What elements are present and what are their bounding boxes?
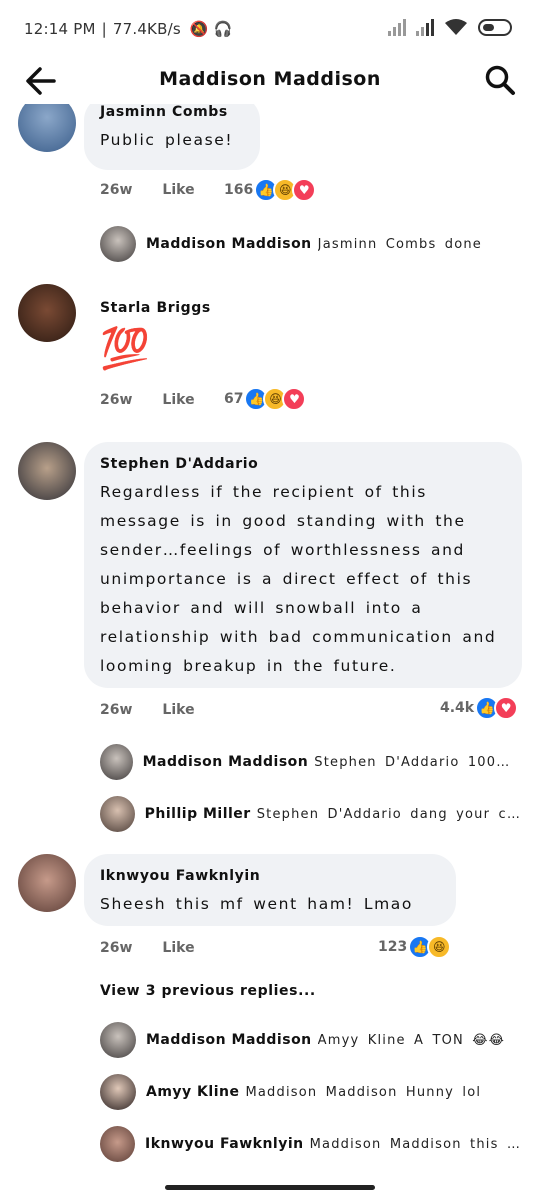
haha-reaction-icon: 😆 xyxy=(427,935,452,959)
love-reaction-icon: ♥ xyxy=(292,178,317,202)
reply-item[interactable]: Amyy Kline Maddison Maddison Hunny lol xyxy=(100,1074,520,1110)
like-button[interactable]: Like xyxy=(162,392,194,408)
reaction-count: 4.4k xyxy=(440,700,475,716)
avatar xyxy=(100,226,136,262)
like-button[interactable]: Like xyxy=(162,702,194,718)
avatar xyxy=(100,1022,136,1058)
avatar[interactable] xyxy=(18,854,76,912)
status-left: 12:14 PM | 77.4KB/s 🔕 🎧 xyxy=(24,20,233,38)
reply-author[interactable]: Iknwyou Fawknlyin xyxy=(145,1136,304,1152)
search-icon[interactable] xyxy=(484,64,516,96)
comment-meta: 26w Like xyxy=(100,392,195,408)
avatar[interactable] xyxy=(18,442,76,500)
comment-text: Public please! xyxy=(100,131,234,149)
reaction-summary[interactable]: 67 👍 😆 ♥ xyxy=(224,387,307,411)
reply-item[interactable]: Phillip Miller Stephen D'Addario dang yo… xyxy=(100,796,520,832)
reaction-count: 123 xyxy=(378,939,408,955)
reply-text: Stephen D'Addario dang your co… xyxy=(256,806,520,822)
comment-age: 26w xyxy=(100,392,133,408)
reply-text: Jasminn Combs done xyxy=(317,236,483,252)
reply-text: Maddison Maddison this i… xyxy=(309,1136,520,1152)
headphones-icon: 🎧 xyxy=(213,20,233,38)
signal-icon-2 xyxy=(416,18,434,36)
reaction-summary[interactable]: 4.4k 👍 ♥ xyxy=(440,696,519,720)
comment-bubble: Iknwyou Fawknlyin Sheesh this mf went ha… xyxy=(84,854,456,926)
reply-author[interactable]: Maddison Maddison xyxy=(146,236,312,252)
reply-item[interactable]: Iknwyou Fawknlyin Maddison Maddison this… xyxy=(100,1126,520,1162)
avatar[interactable] xyxy=(18,104,76,152)
hundred-points-emoji: 💯 xyxy=(100,326,150,372)
reply-author[interactable]: Maddison Maddison xyxy=(146,1032,312,1048)
network-speed: 77.4KB/s xyxy=(112,20,181,38)
comment-feed[interactable]: Jasminn Combs Public please! 26w Like 16… xyxy=(0,104,540,1174)
love-reaction-icon: ♥ xyxy=(494,696,519,720)
reply-text: Maddison Maddison Hunny lol xyxy=(245,1084,482,1100)
comment-author[interactable]: Starla Briggs xyxy=(100,300,211,316)
status-bar: 12:14 PM | 77.4KB/s 🔕 🎧 xyxy=(0,0,540,58)
comment-age: 26w xyxy=(100,940,133,956)
comment-bubble: Jasminn Combs Public please! xyxy=(84,104,260,170)
mute-icon: 🔕 xyxy=(189,20,209,38)
comment-text: Regardless if the recipient of this mess… xyxy=(100,483,497,675)
signal-icon xyxy=(388,18,406,36)
comment-age: 26w xyxy=(100,702,133,718)
view-previous-replies-link[interactable]: View 3 previous replies... xyxy=(100,983,316,999)
avatar[interactable] xyxy=(18,284,76,342)
top-app-bar: Maddison Maddison xyxy=(0,58,540,104)
reaction-count: 67 xyxy=(224,391,244,407)
comment-author[interactable]: Jasminn Combs xyxy=(100,104,228,120)
avatar xyxy=(100,744,133,780)
avatar xyxy=(100,796,135,832)
reply-item[interactable]: Maddison Maddison Jasminn Combs done xyxy=(100,226,520,262)
avatar xyxy=(100,1074,136,1110)
reply-text: Stephen D'Addario 100% a… xyxy=(314,754,520,770)
status-right xyxy=(388,18,512,36)
reaction-count: 166 xyxy=(224,182,254,198)
wifi-icon xyxy=(445,19,467,35)
comment-meta: 26w Like xyxy=(100,182,195,198)
home-indicator[interactable] xyxy=(165,1185,375,1190)
love-reaction-icon: ♥ xyxy=(282,387,307,411)
avatar xyxy=(100,1126,136,1162)
comment-bubble: Stephen D'Addario Regardless if the reci… xyxy=(84,442,522,688)
reply-author[interactable]: Amyy Kline xyxy=(146,1084,239,1100)
reply-text: Amyy Kline A TON 😂😂 xyxy=(317,1032,506,1048)
comment-text: Sheesh this mf went ham! Lmao xyxy=(100,895,413,913)
reaction-summary[interactable]: 123 👍 😆 xyxy=(378,935,452,959)
like-button[interactable]: Like xyxy=(162,940,194,956)
comment-author[interactable]: Iknwyou Fawknlyin xyxy=(100,868,260,884)
reply-author[interactable]: Phillip Miller xyxy=(145,806,251,822)
comment-meta: 26w Like xyxy=(100,702,195,718)
comment-meta: 26w Like xyxy=(100,940,195,956)
reply-item[interactable]: Maddison Maddison Amyy Kline A TON 😂😂 xyxy=(100,1022,520,1058)
status-time: 12:14 PM xyxy=(24,20,96,38)
battery-icon xyxy=(478,18,512,36)
comment-age: 26w xyxy=(100,182,133,198)
reaction-summary[interactable]: 166 👍 😆 ♥ xyxy=(224,178,317,202)
reply-author[interactable]: Maddison Maddison xyxy=(143,754,309,770)
page-title: Maddison Maddison xyxy=(159,68,381,90)
comment-author[interactable]: Stephen D'Addario xyxy=(100,456,258,472)
reply-item[interactable]: Maddison Maddison Stephen D'Addario 100%… xyxy=(100,744,520,780)
like-button[interactable]: Like xyxy=(162,182,194,198)
